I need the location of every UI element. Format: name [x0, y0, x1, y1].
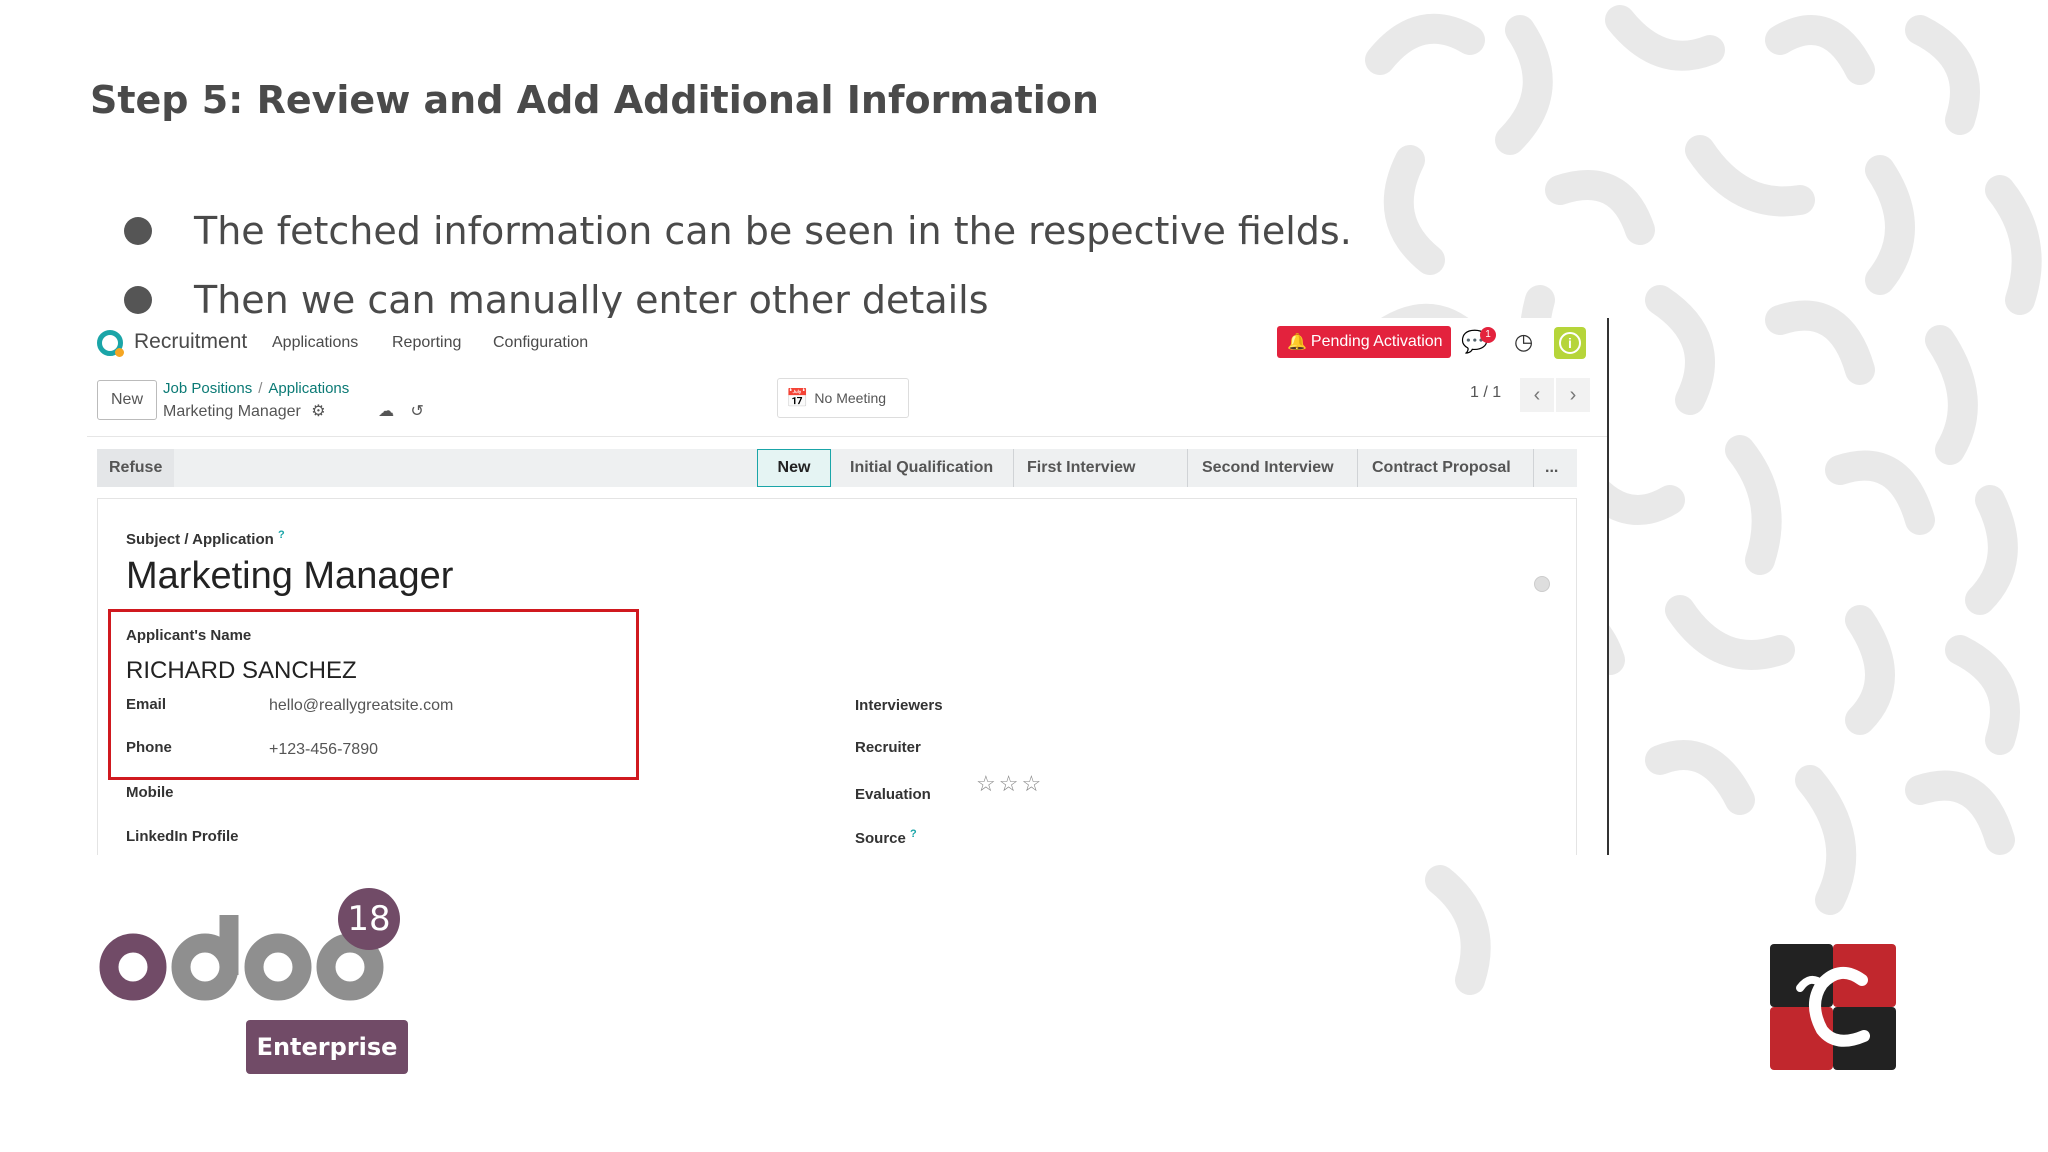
bell-icon: 🔔 [1287, 334, 1307, 351]
recruitment-app-icon[interactable] [97, 330, 124, 357]
enterprise-badge: Enterprise [246, 1020, 408, 1074]
breadcrumb: Job Positions / Applications [163, 380, 349, 397]
breadcrumb-separator: / [258, 380, 263, 397]
stage-separator [1357, 449, 1358, 487]
stage-separator [1533, 449, 1534, 487]
slide-title: Step 5: Review and Add Additional Inform… [90, 78, 1099, 122]
discard-icon[interactable]: ↺ [411, 403, 424, 420]
status-bar: Refuse New Initial Qualification First I… [97, 449, 1577, 487]
info-button[interactable]: i [1554, 327, 1586, 359]
menu-applications[interactable]: Applications [272, 334, 358, 352]
menu-configuration[interactable]: Configuration [493, 334, 588, 352]
info-icon: i [1559, 332, 1581, 354]
bullet-icon [124, 216, 152, 245]
subject-input[interactable]: Marketing Manager [126, 555, 453, 598]
stage-second-interview[interactable]: Second Interview [1202, 449, 1334, 487]
meeting-button[interactable]: 📅 No Meeting [777, 378, 909, 418]
gear-icon[interactable]: ⚙ [311, 403, 325, 420]
bullet-item: The fetched information can be seen in t… [124, 196, 1352, 265]
meeting-label: No Meeting [814, 390, 887, 406]
stage-more[interactable]: ... [1545, 449, 1558, 487]
stage-separator [1013, 449, 1014, 487]
bullet-list: The fetched information can be seen in t… [124, 196, 1352, 334]
brand-logo [1770, 944, 1896, 1070]
linkedin-label: LinkedIn Profile [126, 828, 239, 845]
chevron-left-icon[interactable]: ‹ [1520, 378, 1554, 412]
chat-count-badge: 1 [1480, 327, 1496, 343]
pending-activation-button[interactable]: 🔔 Pending Activation [1277, 326, 1451, 358]
mobile-label: Mobile [126, 784, 174, 801]
evaluation-label: Evaluation [855, 786, 931, 803]
record-name: Marketing Manager [163, 403, 301, 420]
chevron-right-icon[interactable]: › [1556, 378, 1590, 412]
calendar-icon: 📅 [786, 387, 809, 408]
breadcrumb-applications[interactable]: Applications [268, 380, 349, 397]
recruiter-label: Recruiter [855, 739, 921, 756]
top-navbar: Recruitment Applications Reporting Confi… [87, 318, 1607, 368]
stage-initial-qualification[interactable]: Initial Qualification [850, 449, 993, 487]
app-name[interactable]: Recruitment [134, 330, 247, 354]
bullet-icon [124, 285, 152, 314]
save-cloud-icon[interactable]: ☁ [378, 403, 394, 420]
bullet-text: The fetched information can be seen in t… [194, 208, 1352, 253]
evaluation-stars[interactable]: ☆☆☆ [976, 771, 1044, 797]
stage-contract-proposal[interactable]: Contract Proposal [1372, 449, 1511, 487]
new-button[interactable]: New [97, 380, 157, 420]
source-label: Source ? [855, 828, 917, 847]
help-icon[interactable]: ? [278, 529, 285, 541]
highlight-box [108, 609, 639, 780]
record-title: Marketing Manager ⚙ ☁ ↺ [163, 401, 424, 421]
bullet-text: Then we can manually enter other details [194, 277, 989, 322]
refuse-button[interactable]: Refuse [97, 449, 175, 487]
interviewers-label: Interviewers [855, 697, 943, 714]
version-badge: 18 [338, 888, 400, 950]
clock-icon[interactable]: ◷ [1514, 329, 1533, 355]
stage-first-interview[interactable]: First Interview [1027, 449, 1135, 487]
menu-reporting[interactable]: Reporting [392, 334, 461, 352]
divider [87, 436, 1607, 437]
stage-separator [1187, 449, 1188, 487]
breadcrumb-job-positions[interactable]: Job Positions [163, 380, 252, 397]
pager-value[interactable]: 1 / 1 [1470, 384, 1501, 402]
stage-new[interactable]: New [757, 449, 831, 487]
help-icon[interactable]: ? [910, 828, 917, 840]
pending-activation-label: Pending Activation [1310, 333, 1443, 350]
subject-label: Subject / Application ? [126, 529, 285, 548]
priority-status-dot[interactable] [1534, 576, 1550, 592]
